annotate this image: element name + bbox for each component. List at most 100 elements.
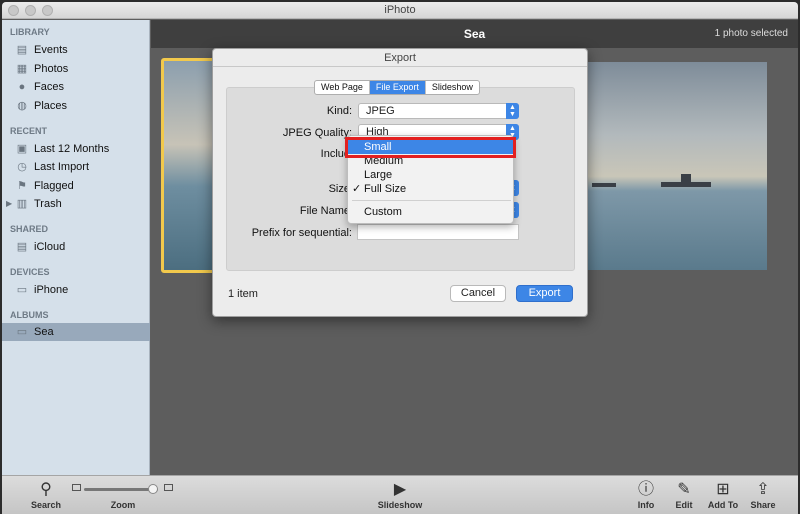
sidebar-item-label: Flagged (34, 180, 74, 192)
sidebar-item-label: Faces (34, 81, 64, 93)
info-label: Info (637, 500, 655, 510)
share-label: Share (750, 500, 776, 510)
bottom-toolbar: ⚲ Search Zoom ▶ Slideshow ⓘ Info ✎ Edit ⊞ Add… (2, 475, 798, 514)
prefix-input[interactable] (357, 224, 519, 240)
sidebar-item-label: iCloud (34, 241, 66, 253)
plus-icon: ⊞ (716, 481, 730, 498)
sidebar-item-sea[interactable]: ▭ Sea (2, 323, 150, 341)
large-thumb-icon[interactable] (164, 484, 173, 491)
photos-icon: ▦ (16, 63, 28, 75)
selected-photo-thumbnail[interactable] (161, 58, 219, 273)
sidebar-section-devices: DEVICES (10, 267, 50, 277)
highlight-annotation-box (345, 137, 516, 158)
menu-item-large[interactable]: Large (348, 168, 515, 182)
sidebar-item-iphone[interactable]: ▭ iPhone (2, 281, 150, 299)
sidebar-item-label: Last 12 Months (34, 143, 110, 155)
title-bar: iPhoto (2, 2, 798, 19)
tab-web-page[interactable]: Web Page (315, 81, 370, 94)
zoom-window-button[interactable] (42, 5, 53, 16)
sidebar-section-albums: ALBUMS (10, 310, 49, 320)
kind-value: JPEG (366, 105, 395, 117)
export-button[interactable]: Export (516, 285, 573, 302)
pencil-icon: ✎ (677, 481, 691, 498)
menu-separator (352, 200, 511, 201)
calendar-icon: ▣ (16, 143, 28, 155)
places-icon: ◍ (17, 100, 27, 112)
sidebar-item-label: Events (34, 44, 68, 56)
ship-shape (681, 174, 691, 182)
tab-slideshow[interactable]: Slideshow (426, 81, 479, 94)
minimize-window-button[interactable] (25, 5, 36, 16)
search-button[interactable]: ⚲ Search (28, 480, 64, 510)
zoom-slider-knob[interactable] (148, 484, 158, 494)
iphone-icon: ▭ (16, 284, 28, 296)
sidebar-item-label: iPhone (34, 284, 69, 296)
sidebar-item-label: Trash (34, 198, 62, 210)
main-header: Sea 1 photo selected (151, 20, 798, 48)
search-label: Search (30, 500, 62, 510)
sidebar-item-last-12-months[interactable]: ▣ Last 12 Months (2, 140, 150, 158)
play-icon: ▶ (393, 481, 407, 498)
sidebar-section-recent: RECENT (10, 126, 48, 136)
magnifier-icon: ⚲ (40, 481, 52, 498)
zoom-slider[interactable] (84, 484, 158, 494)
dialog-title: Export (213, 49, 587, 67)
kind-label: Kind: (326, 105, 352, 117)
export-tabs: Web Page File Export Slideshow (314, 80, 480, 95)
ship-shape (592, 183, 616, 187)
sidebar-item-trash[interactable]: ▶ ▥ Trash (2, 195, 150, 213)
sidebar-item-places[interactable]: ◍ Places (2, 97, 150, 115)
jpeg-quality-label: JPEG Quality: (282, 127, 352, 139)
sidebar-item-last-import[interactable]: ◷ Last Import (2, 158, 150, 176)
photo-thumbnail[interactable] (587, 62, 767, 270)
window-title: iPhoto (384, 4, 416, 16)
sidebar-item-faces[interactable]: ● Faces (2, 78, 150, 96)
close-window-button[interactable] (8, 5, 19, 16)
slideshow-label: Slideshow (377, 500, 423, 510)
kind-select[interactable]: JPEG ▲ ▼ (358, 103, 519, 119)
events-icon: ▤ (16, 44, 28, 56)
include-label: Includ (320, 148, 350, 160)
import-icon: ◷ (17, 161, 27, 173)
chevron-updown-icon: ▲▼ (506, 103, 519, 119)
edit-label: Edit (675, 500, 693, 510)
sidebar-item-label: Places (34, 100, 68, 112)
item-count: 1 item (228, 288, 258, 300)
checkmark-icon: ✓ (352, 183, 362, 195)
prefix-label: Prefix for sequential: (251, 227, 352, 239)
tab-file-export[interactable]: File Export (369, 81, 426, 94)
sidebar-item-photos[interactable]: ▦ Photos (2, 60, 150, 78)
ship-shape (661, 182, 711, 187)
sidebar-item-label: Sea (34, 326, 54, 338)
file-name-label: File Name (299, 205, 350, 217)
menu-item-full-size[interactable]: ✓ Full Size (348, 182, 515, 196)
slideshow-button[interactable]: ▶ Slideshow (372, 480, 428, 510)
sidebar-section-shared: SHARED (10, 224, 49, 234)
sidebar-item-label: Last Import (34, 161, 90, 173)
edit-button[interactable]: ✎ Edit (670, 480, 698, 510)
sidebar-item-label: Photos (34, 63, 69, 75)
small-thumb-icon[interactable] (72, 484, 81, 491)
cancel-button[interactable]: Cancel (450, 285, 506, 302)
cloud-icon: ▤ (16, 241, 28, 253)
faces-icon: ● (18, 81, 26, 93)
trash-icon: ▥ (16, 198, 28, 210)
sidebar: LIBRARY ▤ Events ▦ Photos ● Faces ◍ Places R… (2, 20, 150, 475)
disclosure-triangle-icon[interactable]: ▶ (6, 195, 12, 213)
sidebar-item-icloud[interactable]: ▤ iCloud (2, 238, 150, 256)
sidebar-item-flagged[interactable]: ⚑ Flagged (2, 177, 150, 195)
sidebar-section-library: LIBRARY (10, 27, 50, 37)
menu-item-custom[interactable]: Custom (348, 205, 515, 219)
share-icon: ⇪ (756, 481, 770, 498)
flag-icon: ⚑ (17, 180, 27, 192)
info-icon: ⓘ (637, 481, 654, 498)
share-button[interactable]: ⇪ Share (747, 480, 779, 510)
size-label: Size (328, 183, 350, 195)
selection-status: 1 photo selected (714, 28, 788, 39)
album-icon: ▭ (16, 326, 28, 338)
album-title: Sea (463, 27, 486, 41)
add-to-button[interactable]: ⊞ Add To (704, 480, 742, 510)
info-button[interactable]: ⓘ Info (632, 480, 660, 510)
sidebar-item-events[interactable]: ▤ Events (2, 41, 150, 59)
zoom-label: Zoom (110, 500, 136, 510)
